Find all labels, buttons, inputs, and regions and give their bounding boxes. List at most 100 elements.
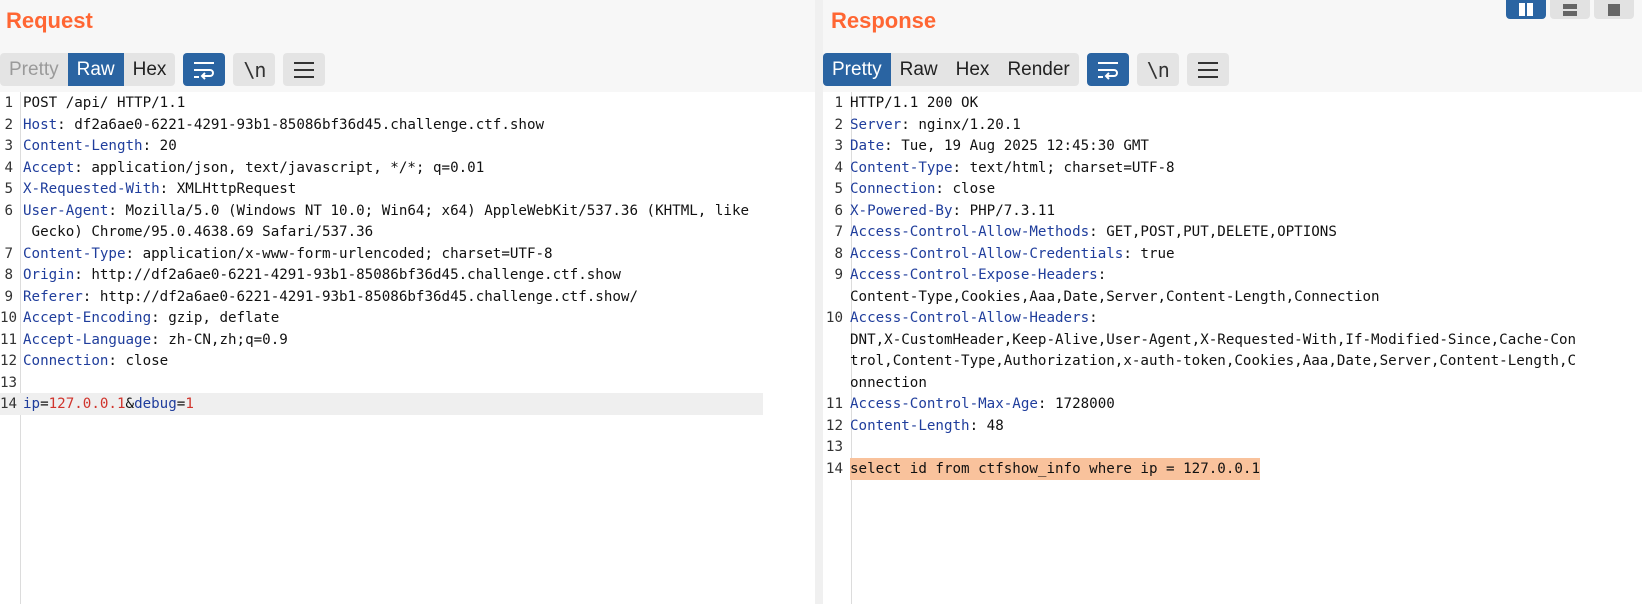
wrap-lines-icon	[194, 61, 215, 80]
response-body-line: 14 select id from ctfshow_info where ip =…	[823, 457, 1642, 480]
request-tab-hex[interactable]: Hex	[124, 53, 176, 86]
request-line-number: 8	[4, 267, 13, 283]
param-separator: &	[125, 396, 135, 412]
layout-buttons	[1502, 0, 1634, 19]
response-editor[interactable]: 1 HTTP/1.1 200 OK 2 Server: nginx/1.20.1 3 Da…	[823, 92, 1642, 604]
request-code-line: 7 Content-Type: application/x-www-form-ur…	[0, 243, 815, 265]
request-code-line: 1 POST /api/ HTTP/1.1	[0, 92, 815, 114]
request-toolbar: Pretty Raw Hex \n	[0, 53, 333, 86]
layout-single-icon	[1608, 3, 1620, 16]
response-line-number: 8	[834, 245, 843, 262]
request-editor[interactable]: 1 POST /api/ HTTP/1.1 2 Host: df2a6ae0-6221…	[0, 92, 815, 604]
response-line-text: Access-Control-Max-Age: 1728000	[850, 393, 1115, 415]
response-pane: Response Pretty Raw Hex Render \n 1 HTTP…	[823, 0, 1642, 604]
header-name: User-Agent	[23, 202, 109, 219]
request-code-line: 8 Origin: http://df2a6ae0-6221-4291-93b1-…	[0, 264, 815, 286]
request-line-text: Content-Type: application/x-www-form-url…	[23, 243, 553, 265]
request-line-number: 2	[4, 116, 13, 133]
response-line-number: 2	[834, 116, 843, 133]
request-line-number: 5	[4, 181, 13, 197]
header-name: Referer	[23, 288, 83, 305]
response-wrap-button[interactable]	[1086, 53, 1129, 86]
menu-icon	[294, 61, 315, 78]
response-code-line: 6 X-Powered-By: PHP/7.3.11	[823, 200, 1642, 222]
header-value: Content-Type,Cookies,Aaa,Date,Server,Con…	[850, 288, 1380, 305]
header-value: :	[1089, 310, 1098, 326]
header-value: : 48	[969, 417, 1004, 434]
header-name: X-Powered-By	[850, 202, 953, 219]
header-value: : XMLHttpRequest	[159, 181, 297, 197]
response-tab-raw[interactable]: Raw	[891, 53, 947, 86]
response-line-number: 14	[825, 460, 843, 477]
request-wrap-button[interactable]	[183, 53, 226, 86]
request-line-text: Content-Length: 20	[23, 135, 177, 157]
header-value: : 20	[142, 138, 177, 154]
layout-split-button[interactable]	[1506, 0, 1546, 19]
request-tab-pretty[interactable]: Pretty	[0, 53, 68, 86]
request-line-text: Origin: http://df2a6ae0-6221-4291-93b1-8…	[23, 264, 621, 286]
response-line-text: Content-Type: text/html; charset=UTF-8	[850, 157, 1175, 179]
response-tab-hex[interactable]: Hex	[947, 53, 999, 86]
request-code-line: 12 Connection: close	[0, 350, 815, 372]
response-code-line: 12 Content-Length: 48	[823, 415, 1642, 437]
response-menu-button[interactable]	[1186, 53, 1229, 86]
response-code-line: 11 Access-Control-Max-Age: 1728000	[823, 393, 1642, 415]
request-line-number: 6	[4, 202, 13, 219]
response-line-number: 11	[825, 396, 843, 412]
newline-icon: \n	[1146, 57, 1170, 82]
layout-single-button[interactable]	[1594, 0, 1634, 19]
response-newline-button[interactable]: \n	[1136, 53, 1179, 86]
request-line-text: Accept-Encoding: gzip, deflate	[23, 307, 279, 329]
response-code-line: 13	[823, 436, 1642, 458]
header-value: : 1728000	[1037, 396, 1115, 412]
header-value: : application/json, text/javascript, */*…	[74, 159, 485, 176]
header-value: : df2a6ae0-6221-4291-93b1-85086bf36d45.c…	[57, 116, 545, 133]
newline-icon: \n	[243, 57, 266, 82]
request-code-line: 5 X-Requested-With: XMLHttpRequest	[0, 178, 815, 200]
header-name: Accept	[23, 159, 75, 176]
param-value: 1	[185, 396, 194, 412]
response-code-line: onnection	[823, 372, 1642, 394]
response-line-number: 13	[825, 439, 843, 455]
header-name: Accept-Encoding	[23, 310, 152, 326]
request-newline-button[interactable]: \n	[233, 53, 276, 86]
response-title: Response	[831, 8, 937, 33]
response-line-number: 9	[834, 267, 843, 283]
response-line-text: Date: Tue, 19 Aug 2025 12:45:30 GMT	[850, 135, 1149, 157]
header-value: : close	[935, 181, 996, 197]
response-line-number: 6	[834, 202, 843, 219]
pane-splitter[interactable]	[815, 0, 823, 604]
response-code-line: 9 Access-Control-Expose-Headers:	[823, 264, 1642, 286]
header-value: : gzip, deflate	[151, 310, 280, 326]
request-menu-button[interactable]	[283, 53, 326, 86]
response-code-line: 10 Access-Control-Allow-Headers:	[823, 307, 1642, 329]
response-line-number: 12	[825, 417, 843, 434]
header-name: Host	[23, 116, 58, 133]
request-code-line: 3 Content-Length: 20	[0, 135, 815, 157]
param-value: 127.0.0.1	[48, 396, 126, 412]
request-tab-raw[interactable]: Raw	[67, 53, 124, 86]
header-value: : PHP/7.3.11	[952, 202, 1056, 219]
response-line-text: Access-Control-Allow-Headers:	[850, 307, 1098, 329]
request-code-line: 9 Referer: http://df2a6ae0-6221-4291-93b1…	[0, 286, 815, 308]
header-value: : http://df2a6ae0-6221-4291-93b1-85086bf…	[74, 267, 621, 283]
response-code-line: DNT,X-CustomHeader,Keep-Alive,User-Agent…	[823, 329, 1642, 351]
header-value: : text/html; charset=UTF-8	[952, 159, 1175, 176]
request-pane: Request Pretty Raw Hex \n 1 POST /api/ H…	[0, 0, 815, 604]
header-name: Access-Control-Allow-Headers	[850, 310, 1090, 326]
request-line-text: Host: df2a6ae0-6221-4291-93b1-85086bf36d…	[23, 114, 544, 136]
menu-icon	[1197, 61, 1218, 78]
response-tab-render[interactable]: Render	[998, 53, 1078, 86]
response-line-number: 3	[834, 138, 843, 154]
response-view-tabs: Pretty Raw Hex Render	[823, 53, 1079, 86]
response-tab-pretty[interactable]: Pretty	[823, 53, 891, 86]
header-name: Connection	[23, 353, 109, 369]
request-line-number: 3	[4, 138, 13, 154]
response-code-line: 1 HTTP/1.1 200 OK	[823, 92, 1642, 114]
header-value: : application/x-www-form-urlencoded; cha…	[125, 245, 553, 262]
header-value: : Tue, 19 Aug 2025 12:45:30 GMT	[884, 138, 1149, 154]
layout-horizontal-button[interactable]	[1550, 0, 1590, 19]
header-name: Origin	[23, 267, 75, 283]
response-line-number: 5	[834, 181, 843, 197]
header-value: : true	[1123, 245, 1175, 262]
